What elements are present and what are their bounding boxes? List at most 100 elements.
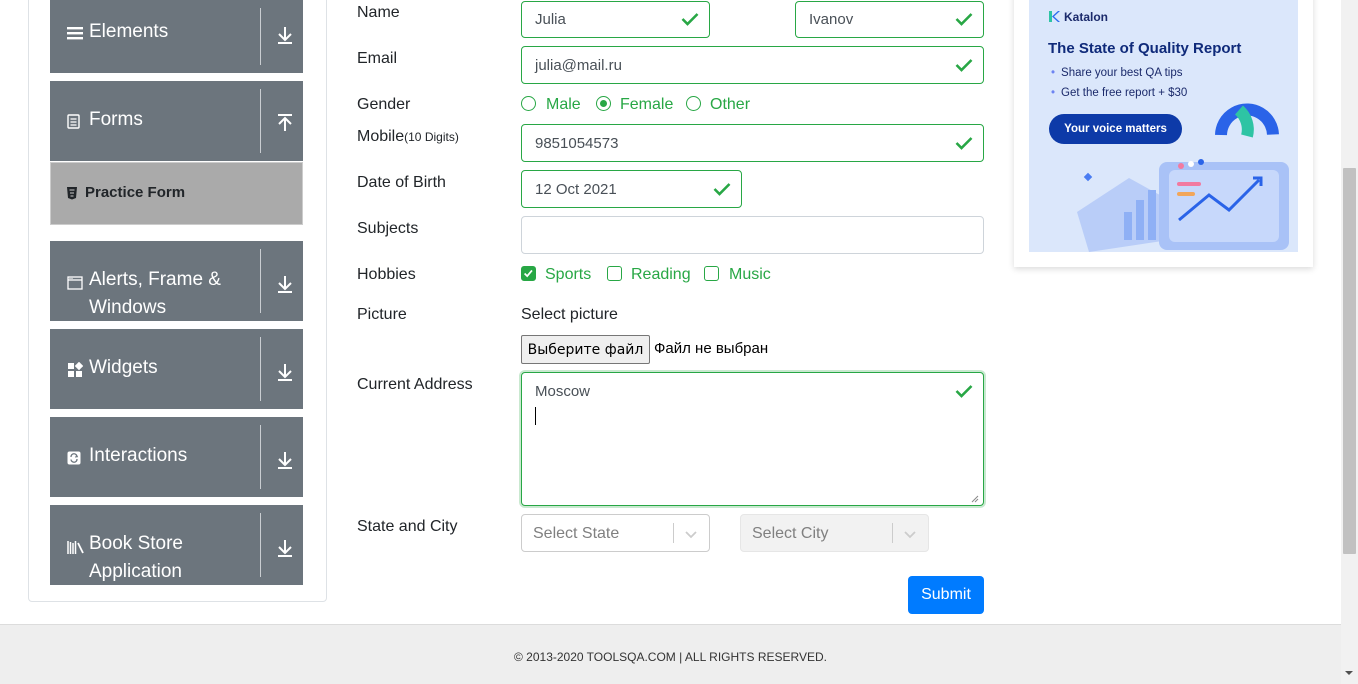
interactions-icon xyxy=(67,451,81,465)
hobby-sports-checkbox[interactable] xyxy=(521,266,536,281)
state-placeholder: Select State xyxy=(533,525,620,542)
gender-other-radio[interactable] xyxy=(686,96,701,111)
file-status-text: Файл не выбран xyxy=(654,340,769,357)
divider xyxy=(892,523,893,543)
html5-icon xyxy=(67,187,77,200)
mobile-input[interactable]: 9851054573 xyxy=(521,124,984,162)
sidebar-group-label-line2: Application xyxy=(89,561,182,582)
city-select[interactable]: Select City xyxy=(740,514,929,552)
sidebar-group-elements[interactable]: Elements xyxy=(50,0,303,73)
mobile-value: 9851054573 xyxy=(535,134,619,152)
gender-other-label[interactable]: Other xyxy=(710,96,750,114)
state-city-label: State and City xyxy=(357,518,458,535)
window-icon xyxy=(67,276,83,290)
sidebar-group-alerts[interactable]: Alerts, Frame & Windows xyxy=(50,241,303,321)
sidebar-group-interactions[interactable]: Interactions xyxy=(50,417,303,497)
valid-check-icon xyxy=(955,59,973,72)
down-arrow-icon[interactable] xyxy=(274,537,296,559)
dob-input[interactable]: 12 Oct 2021 xyxy=(521,170,742,208)
sidebar-group-label-line2: Windows xyxy=(89,297,167,318)
divider xyxy=(260,89,261,153)
sidebar-group-label: Alerts, Frame & xyxy=(89,269,221,290)
dob-value: 12 Oct 2021 xyxy=(535,180,617,198)
mobile-hint: (10 Digits) xyxy=(404,130,459,144)
first-name-value: Julia xyxy=(535,11,566,28)
email-input[interactable]: julia@mail.ru xyxy=(521,46,984,84)
sidebar-group-label: Widgets xyxy=(89,357,158,378)
ad-banner[interactable]: Katalon The State of Quality Report Shar… xyxy=(1029,0,1298,252)
down-arrow-icon[interactable] xyxy=(274,24,296,46)
gender-male-radio[interactable] xyxy=(521,96,536,111)
gender-female-label[interactable]: Female xyxy=(620,96,673,114)
picture-prompt: Select picture xyxy=(521,306,618,323)
sidebar-group-label: Elements xyxy=(89,21,169,42)
down-arrow-icon[interactable] xyxy=(274,273,296,295)
valid-check-icon xyxy=(955,385,973,398)
scrollbar-thumb[interactable] xyxy=(1343,168,1356,554)
submit-button[interactable]: Submit xyxy=(908,576,984,614)
address-value: Moscow xyxy=(535,383,591,400)
divider xyxy=(260,8,261,65)
sidebar-item-practice-form[interactable]: Practice Form xyxy=(50,162,303,225)
name-label: Name xyxy=(357,4,400,21)
scroll-down-arrow-icon[interactable] xyxy=(1344,668,1354,678)
sidebar-group-book-store[interactable]: Book Store Application xyxy=(50,505,303,585)
hobby-music-label[interactable]: Music xyxy=(729,266,771,284)
chevron-down-icon xyxy=(904,531,916,539)
address-label: Current Address xyxy=(357,376,473,393)
hobby-sports-label[interactable]: Sports xyxy=(545,266,591,284)
document-icon xyxy=(67,114,80,129)
hobbies-label: Hobbies xyxy=(357,266,416,283)
books-icon xyxy=(67,541,84,554)
subjects-label: Subjects xyxy=(357,220,419,237)
email-label: Email xyxy=(357,50,398,67)
hamburger-icon xyxy=(67,27,83,40)
email-value: julia@mail.ru xyxy=(535,56,622,74)
divider xyxy=(260,513,261,577)
valid-check-icon xyxy=(713,183,731,196)
valid-check-icon xyxy=(955,137,973,150)
divider xyxy=(260,425,261,489)
valid-check-icon xyxy=(955,13,973,26)
gender-label: Gender xyxy=(357,96,411,113)
valid-check-icon xyxy=(681,13,699,26)
last-name-value: Ivanov xyxy=(809,11,854,28)
current-address-textarea[interactable]: Moscow xyxy=(521,372,984,506)
ad-brand: Katalon xyxy=(1064,10,1109,24)
ad-illustration xyxy=(1077,103,1289,252)
ad-bullet: Get the free report + $30 xyxy=(1051,87,1187,99)
sidebar-group-forms[interactable]: Forms xyxy=(50,81,303,161)
choose-file-button[interactable]: Выберите файл xyxy=(521,335,650,364)
picture-label: Picture xyxy=(357,306,407,323)
ad-bullet: Share your best QA tips xyxy=(1051,67,1182,79)
text-caret xyxy=(535,407,536,425)
ad-heading: The State of Quality Report xyxy=(1048,40,1242,57)
up-arrow-icon[interactable] xyxy=(274,112,296,134)
divider xyxy=(260,249,261,313)
hobby-reading-label[interactable]: Reading xyxy=(631,266,691,284)
hobby-music-checkbox[interactable] xyxy=(704,266,719,281)
gender-male-label[interactable]: Male xyxy=(546,96,581,114)
subjects-input[interactable] xyxy=(521,216,984,254)
hobby-reading-checkbox[interactable] xyxy=(607,266,622,281)
katalon-logo-icon xyxy=(1049,11,1060,22)
down-arrow-icon[interactable] xyxy=(274,449,296,471)
down-arrow-icon[interactable] xyxy=(274,361,296,383)
divider xyxy=(260,337,261,401)
sidebar-group-label: Interactions xyxy=(89,445,188,466)
footer-copyright: © 2013-2020 TOOLSQA.COM | ALL RIGHTS RES… xyxy=(514,650,827,664)
page: Elements Forms Practice Form Alerts, Fra… xyxy=(0,0,1358,684)
mobile-label-text: Mobile xyxy=(357,128,405,145)
checkmark-icon xyxy=(523,269,533,278)
dob-label: Date of Birth xyxy=(357,174,446,191)
resize-handle-icon[interactable] xyxy=(971,495,979,503)
sidebar-group-widgets[interactable]: Widgets xyxy=(50,329,303,409)
sidebar-item-label: Practice Form xyxy=(85,184,186,201)
city-placeholder: Select City xyxy=(752,525,829,542)
state-select[interactable]: Select State xyxy=(521,514,710,552)
sidebar-group-label: Forms xyxy=(89,109,143,130)
gender-female-radio[interactable] xyxy=(596,96,611,111)
footer: © 2013-2020 TOOLSQA.COM | ALL RIGHTS RES… xyxy=(0,624,1341,684)
widgets-icon xyxy=(68,362,83,377)
chevron-down-icon xyxy=(685,531,697,539)
